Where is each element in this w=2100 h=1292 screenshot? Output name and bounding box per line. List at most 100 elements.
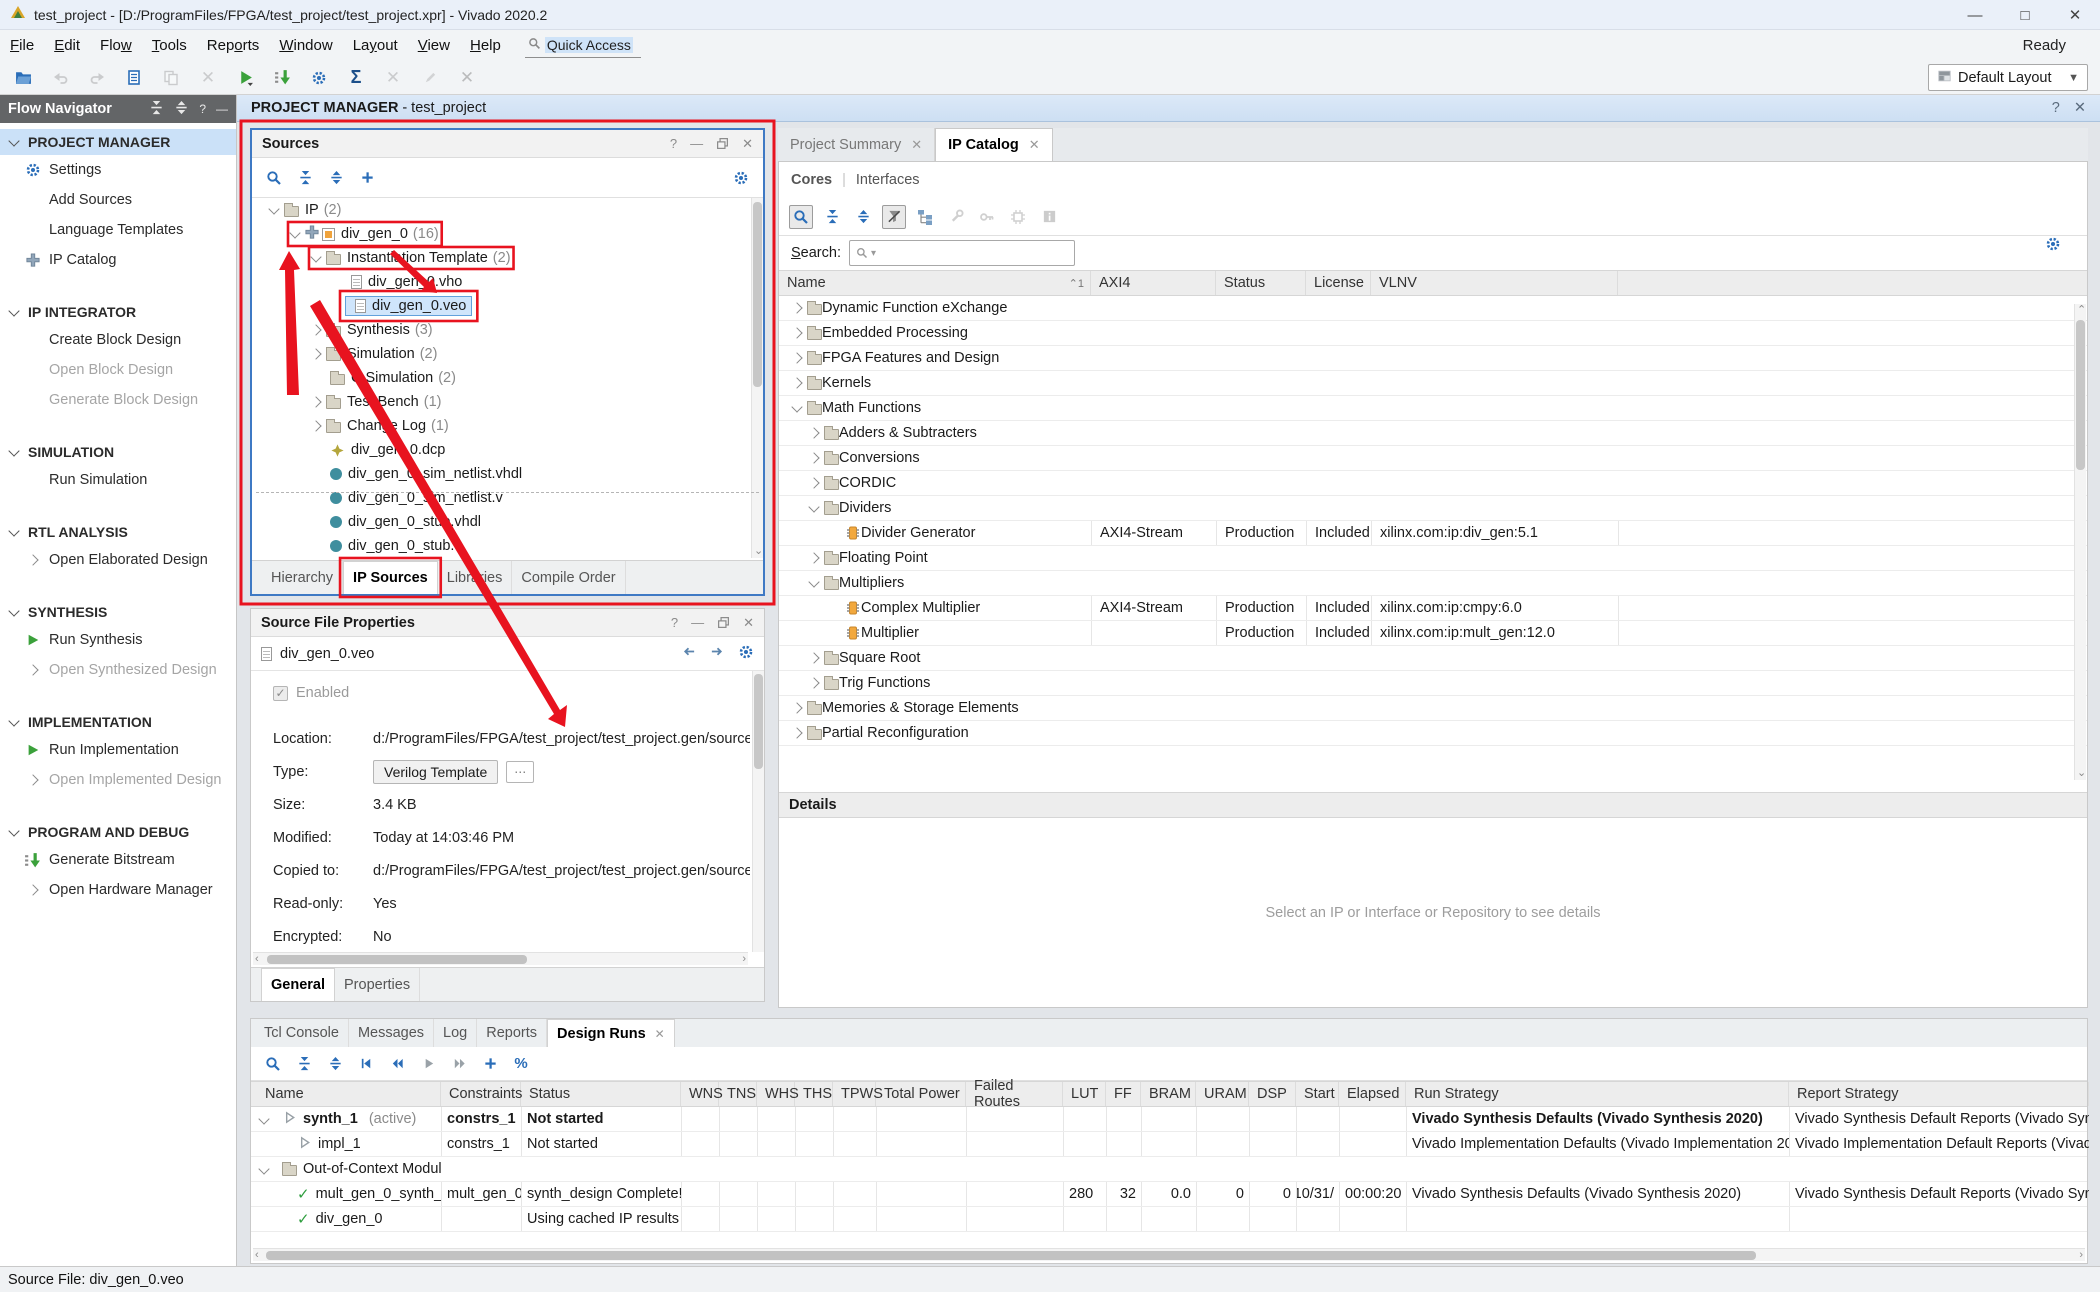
menu-layout[interactable]: Layout [343,37,408,54]
menu-view[interactable]: View [408,37,460,54]
flow-item-run-synthesis[interactable]: Run Synthesis [0,625,236,655]
enabled-checkbox[interactable]: ✓ [273,686,288,701]
help-icon[interactable]: ? [671,615,678,630]
playg-icon[interactable] [416,1052,440,1076]
chevron-down-icon[interactable] [808,576,819,587]
back-icon[interactable] [680,644,697,663]
help-icon[interactable]: ? [2052,100,2060,116]
collapse-icon[interactable] [820,205,844,229]
runs-column-tpws[interactable]: TPWS [833,1082,876,1106]
ip-row-fpga-features-and-design[interactable]: FPGA Features and Design [779,346,2087,371]
delete-button[interactable]: ✕ [193,64,223,92]
tree-item-div-gen-0-sim-netlist.v[interactable]: div_gen_0_sim_netlist.v [252,486,749,510]
layout-selector[interactable]: Default Layout ▼ [1928,64,2088,91]
search-icon[interactable] [261,1052,285,1076]
ip-row-trig-functions[interactable]: Trig Functions [779,671,2087,696]
sources-scrollbar[interactable]: ⌄ [751,198,763,558]
run-row-mult-gen-0-synth-1[interactable]: ✓mult_gen_0_synth_1mult_gen_0synth_desig… [251,1182,2087,1207]
ip-row-math-functions[interactable]: Math Functions [779,396,2087,421]
runs-column-bram[interactable]: BRAM [1141,1082,1196,1106]
chevron-down-icon[interactable] [258,1163,269,1174]
ip-row-embedded-processing[interactable]: Embedded Processing [779,321,2087,346]
minimize-panel-icon[interactable]: ― [690,136,703,151]
ip-row-memories-storage-elements[interactable]: Memories & Storage Elements [779,696,2087,721]
expand-all-icon[interactable] [174,100,189,118]
flow-item-ip-catalog[interactable]: IP Catalog [0,245,236,275]
chevron-down-icon[interactable] [289,227,300,238]
tree-item-instantiation-template[interactable]: Instantiation Template(2) [252,246,749,270]
tree-item-div-gen-0-stub.vhdl[interactable]: div_gen_0_stub.vhdl [252,510,749,534]
tree-item-ip[interactable]: IP(2) [252,198,749,222]
ip-row-conversions[interactable]: Conversions [779,446,2087,471]
close-window-button[interactable]: ✕ [2050,0,2100,30]
subtab-interfaces[interactable]: Interfaces [856,172,920,188]
chevron-right-icon[interactable] [310,348,321,359]
chevron-right-icon[interactable] [808,677,819,688]
plus-icon[interactable] [478,1052,502,1076]
flow-item-open-block-design[interactable]: Open Block Design [0,355,236,385]
ip-row-dividers[interactable]: Dividers [779,496,2087,521]
cancel-button[interactable]: ✕ [378,64,408,92]
close-panel-icon[interactable]: ✕ [743,615,754,631]
flow-item-create-block-design[interactable]: Create Block Design [0,325,236,355]
tree-item-div-gen-0-stub.v[interactable]: div_gen_0_stub.v [252,534,749,558]
column-license[interactable]: License [1306,271,1371,295]
runs-column-status[interactable]: Status [521,1082,681,1106]
hier-icon[interactable] [913,205,937,229]
properties-vscrollbar[interactable] [752,671,764,952]
menu-reports[interactable]: Reports [197,37,270,54]
tab-compile-order[interactable]: Compile Order [512,561,625,594]
run-row-out-of-context-module-runs[interactable]: Out-of-Context Module Runs [251,1157,2087,1182]
menu-window[interactable]: Window [269,37,342,54]
flow-item-language-templates[interactable]: Language Templates [0,215,236,245]
tab-properties[interactable]: Properties [335,968,420,1001]
sources-panel-header[interactable]: Sources ?―✕ [252,130,763,158]
run-row-div-gen-0[interactable]: ✓div_gen_0Using cached IP results [251,1207,2087,1232]
help-icon[interactable]: ? [670,136,677,151]
expand-icon[interactable] [323,1052,347,1076]
chevron-right-icon[interactable] [310,420,321,431]
doc-tab-ip-catalog[interactable]: IP Catalog✕ [935,128,1053,161]
flow-item-generate-bitstream[interactable]: Generate Bitstream [0,845,236,875]
chevron-down-icon[interactable] [268,203,279,214]
design-runs-header[interactable]: NameConstraintsStatusWNSTNSWHSTHSTPWSTot… [251,1081,2087,1107]
ip-row-multiplier[interactable]: MultiplierProductionIncludedxilinx.com:i… [779,621,2087,646]
report-button[interactable]: Σ [341,64,371,92]
chip-icon[interactable] [1006,205,1030,229]
chevron-right-icon[interactable] [791,377,802,388]
info-icon[interactable] [1037,205,1061,229]
properties-panel-header[interactable]: Source File Properties ?―✕ [251,609,764,637]
chevron-right-icon[interactable] [791,702,802,713]
close-tab-icon[interactable]: ✕ [911,137,922,153]
menu-tools[interactable]: Tools [142,37,197,54]
chevron-right-icon[interactable] [310,324,321,335]
flow-item-open-implemented-design[interactable]: Open Implemented Design [0,765,236,795]
column-name[interactable]: Name⌃1 [779,271,1091,295]
float-panel-icon[interactable] [716,137,729,150]
runs-column-start[interactable]: Start [1296,1082,1339,1106]
run-row-impl-1[interactable]: impl_1constrs_1Not startedVivado Impleme… [251,1132,2087,1157]
runs-column-name[interactable]: Name [257,1082,441,1106]
redo-button[interactable] [82,64,112,92]
ip-row-kernels[interactable]: Kernels [779,371,2087,396]
tree-item-div-gen-0.veo[interactable]: div_gen_0.veo [252,294,749,318]
tree-item-simulation[interactable]: Simulation(2) [252,342,749,366]
gear-icon[interactable] [729,166,753,190]
close-icon[interactable]: ✕ [2074,100,2086,116]
chevron-right-icon[interactable] [808,552,819,563]
gear-icon[interactable] [2045,236,2061,255]
runs-column-run-strategy[interactable]: Run Strategy [1406,1082,1789,1106]
chevron-right-icon[interactable] [808,652,819,663]
minimize-window-button[interactable]: ― [1950,0,2000,30]
flow-section-4[interactable]: SYNTHESIS [0,599,236,625]
runs-column-tns[interactable]: TNS [719,1082,757,1106]
flow-section-0[interactable]: PROJECT MANAGER [0,129,236,155]
ip-search-input[interactable]: ▾ [849,240,1075,266]
first-icon[interactable] [354,1052,378,1076]
close-panel-icon[interactable]: ✕ [742,136,753,152]
chevron-down-icon[interactable] [808,501,819,512]
chevron-right-icon[interactable] [808,427,819,438]
runs-column-total-power[interactable]: Total Power [876,1082,966,1106]
runs-column-ths[interactable]: THS [795,1082,833,1106]
tree-item-test-bench[interactable]: Test Bench(1) [252,390,749,414]
